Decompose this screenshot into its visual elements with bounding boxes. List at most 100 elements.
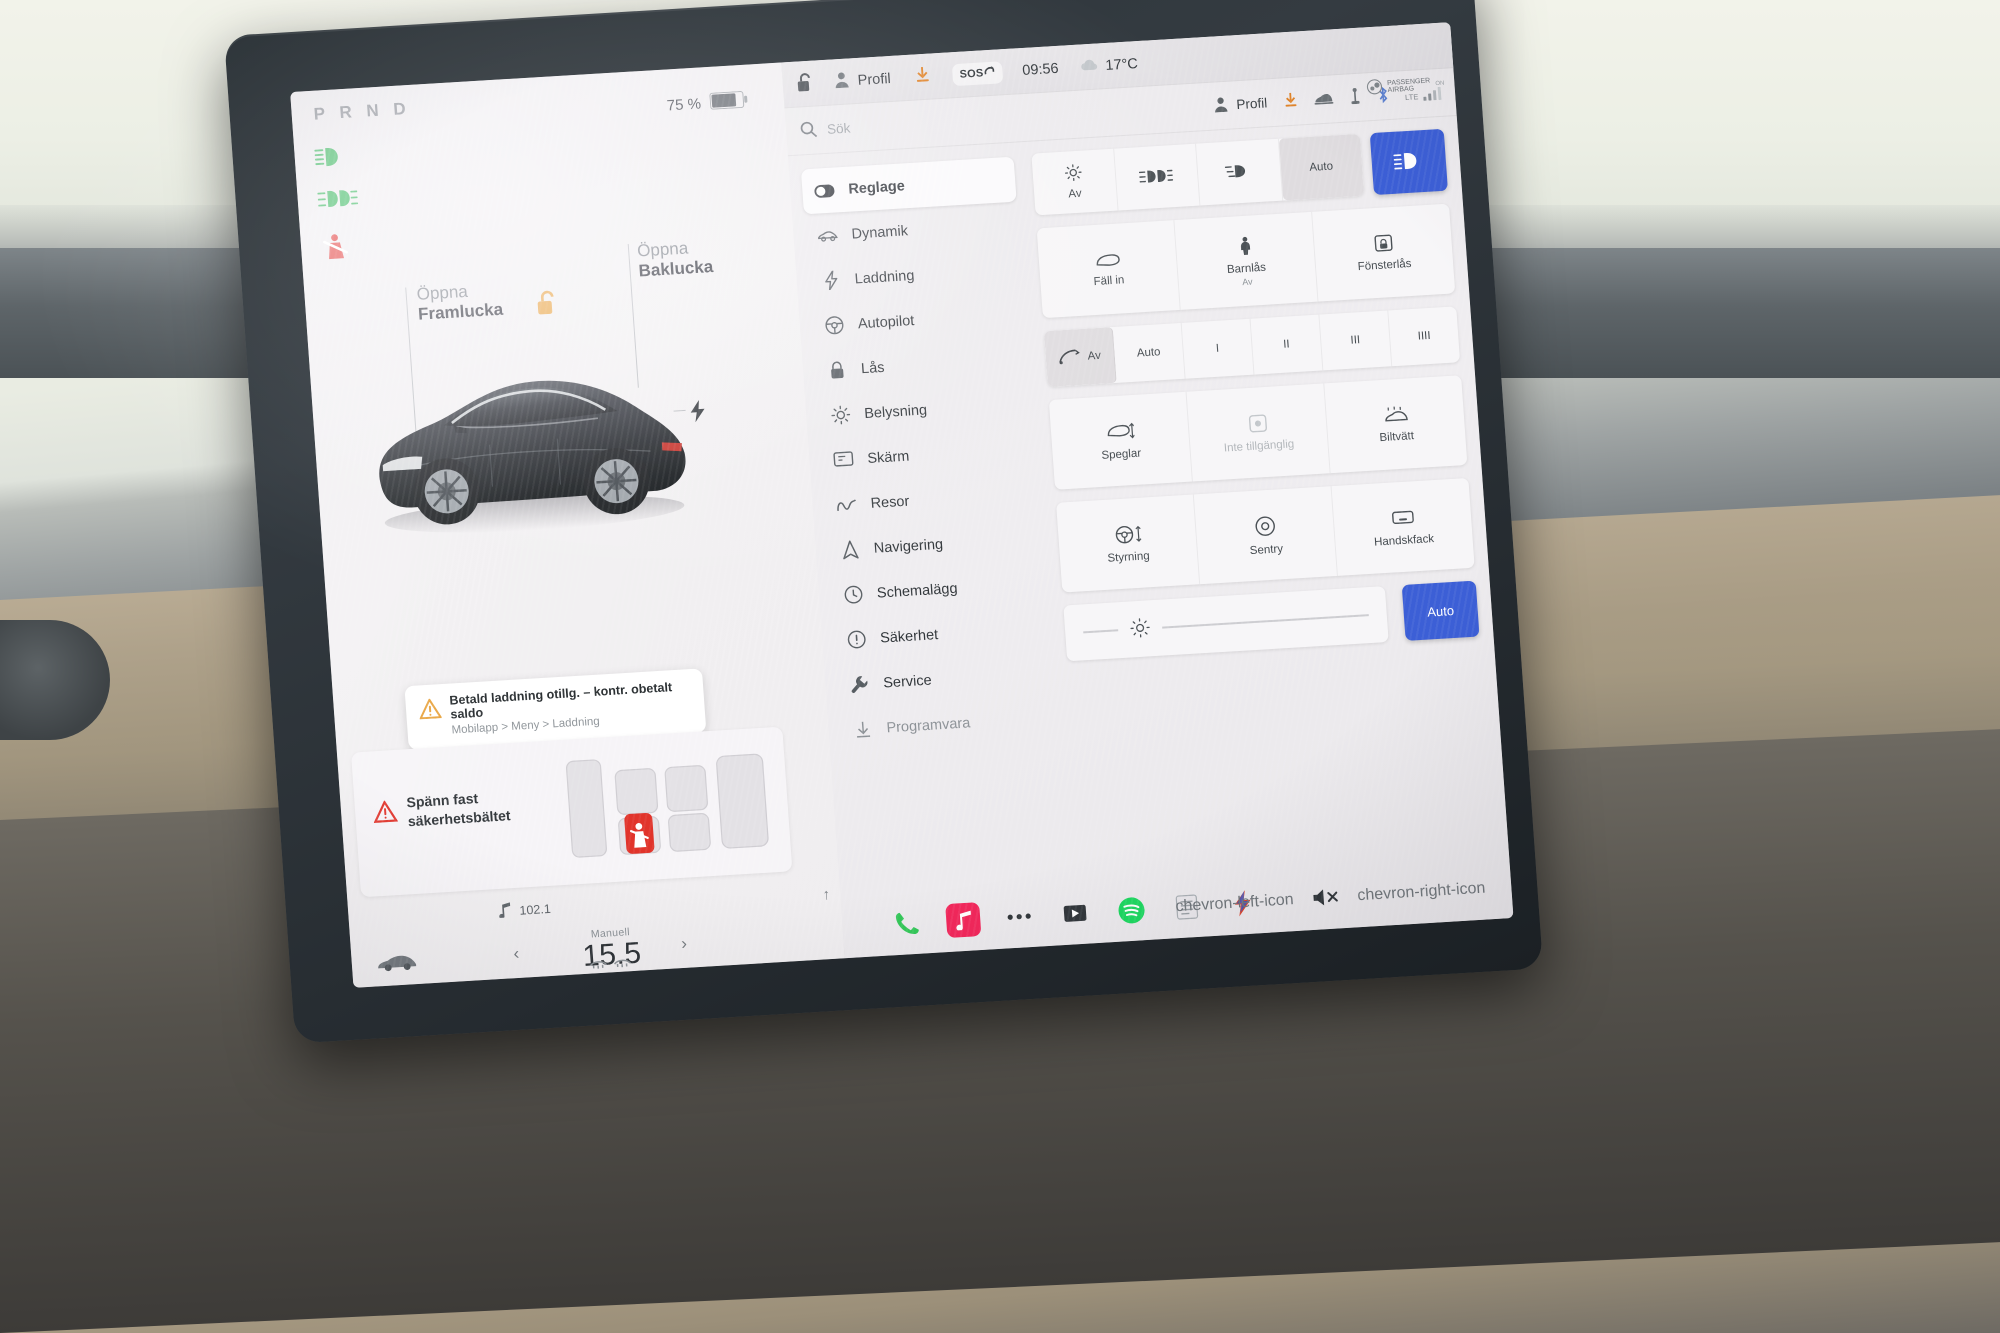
headlight-beam-button[interactable]: [1369, 128, 1448, 196]
lights-auto-button[interactable]: Auto: [1278, 133, 1365, 201]
display-icon: [833, 451, 854, 469]
profile-button-secondary[interactable]: Profil: [1213, 93, 1268, 115]
fog-light-icon: [317, 187, 359, 209]
chevron-left-icon[interactable]: chevron-left-icon: [1175, 891, 1294, 916]
sun-brightness-icon: [1064, 164, 1082, 185]
steering-icon: [823, 315, 844, 335]
search-input[interactable]: Sök: [827, 120, 851, 136]
battery-percent-label: 75 %: [666, 94, 702, 114]
sos-button[interactable]: SOS: [951, 60, 1004, 86]
wiper-speed-3-button[interactable]: III: [1319, 310, 1393, 371]
child-lock-button[interactable]: Barnlås Av: [1174, 211, 1319, 310]
car-connected-icon[interactable]: [1313, 90, 1334, 108]
child-lock-label: Barnlås: [1226, 261, 1267, 276]
steering-adjust-button[interactable]: Styrning: [1056, 494, 1201, 593]
trip-icon: [836, 496, 857, 513]
cloud-icon: [1080, 57, 1100, 75]
window-lock-button[interactable]: Fönsterlås: [1312, 204, 1455, 302]
profile-label: Profil: [857, 70, 892, 89]
seatbelt-warning-card[interactable]: Spänn fast säkerhetsbältet: [350, 726, 793, 898]
glovebox-button[interactable]: Handskfack: [1332, 478, 1475, 576]
software-update-download-icon[interactable]: [1282, 91, 1298, 111]
lights-off-label: Av: [1068, 187, 1083, 201]
volume-mute-icon[interactable]: [1311, 886, 1341, 911]
tesla-touchscreen[interactable]: P R N D 75 % Öppna Framlucka Öppna Baklu…: [290, 22, 1514, 988]
brightness-slider-card[interactable]: [1063, 586, 1389, 662]
brightness-control-row[interactable]: Auto: [1063, 580, 1480, 662]
model-3-illustration: [354, 329, 698, 551]
person-icon: [833, 70, 850, 92]
lights-control-row[interactable]: Av Auto: [1031, 128, 1448, 216]
doors-control-row[interactable]: Fäll in Barnlås Av Fönsterlås: [1036, 203, 1456, 319]
bolt-icon: [820, 270, 841, 291]
misc-control-row-1[interactable]: Speglar Inte tillgänglig Biltvätt: [1048, 375, 1468, 490]
car-wash-label: Biltvätt: [1379, 429, 1415, 444]
mirrors-label: Speglar: [1101, 447, 1142, 462]
frunk-open-label[interactable]: Öppna Framlucka: [416, 280, 504, 325]
lights-off-button[interactable]: Av: [1031, 148, 1119, 216]
sentry-mode-button[interactable]: Sentry: [1193, 486, 1338, 585]
battery-indicator[interactable]: 75 %: [666, 91, 748, 116]
brightness-slider-track[interactable]: [1083, 629, 1118, 634]
wiper-speed-2-button[interactable]: II: [1250, 314, 1324, 375]
controls-tiles[interactable]: Av Auto Fäll in Barnlås Av Fönsterlås Av…: [1022, 116, 1513, 944]
usb-icon[interactable]: [1348, 88, 1361, 108]
charge-port-icon[interactable]: [689, 400, 707, 426]
unavailable-button: Inte tillgänglig: [1186, 383, 1331, 482]
menu-item-label: Belysning: [863, 401, 928, 422]
lock-icon: [826, 360, 847, 380]
wiper-speed-4-button[interactable]: IIII: [1388, 306, 1460, 366]
wiper-off-button[interactable]: Av: [1043, 327, 1117, 388]
wrench-icon: [849, 674, 870, 694]
trunk-open-label[interactable]: Öppna Baklucka: [637, 237, 714, 281]
steering-adjust-icon: [1112, 523, 1142, 548]
wiper-speed-1-button[interactable]: I: [1181, 318, 1255, 379]
wiper-speed-3-label: III: [1350, 334, 1361, 347]
airbag-status: ON: [1435, 80, 1445, 88]
car-wash-button[interactable]: Biltvätt: [1324, 375, 1467, 473]
menu-item-label: Lås: [860, 359, 886, 377]
lights-auto-label: Auto: [1309, 160, 1334, 174]
fold-mirrors-button[interactable]: Fäll in: [1036, 220, 1181, 319]
car-icon: [817, 228, 838, 242]
misc-control-row-2[interactable]: Styrning Sentry Handskfack: [1056, 477, 1475, 593]
sentry-mode-icon: [1253, 514, 1277, 540]
wiper-control-row[interactable]: Av Auto I II III IIII: [1043, 306, 1461, 388]
wiper-auto-button[interactable]: Auto: [1112, 322, 1186, 383]
settings-panel: Profil SOS 09:56 17°C PASSENGER AIRBAG O…: [781, 22, 1514, 959]
profile-button[interactable]: Profil: [833, 68, 891, 92]
brightness-slider-track-right[interactable]: [1161, 614, 1369, 629]
phone-icon[interactable]: [889, 905, 925, 941]
wiper-speed-1-label: I: [1215, 342, 1220, 355]
headlight-beam-icon: [1393, 151, 1424, 174]
clock-icon: [842, 585, 863, 605]
chevron-right-icon[interactable]: chevron-right-icon: [1357, 880, 1486, 906]
search-icon: [799, 120, 818, 141]
more-icon[interactable]: [1001, 899, 1037, 935]
unlocked-padlock-icon[interactable]: [535, 288, 561, 320]
unavailable-label: Inte tillgänglig: [1223, 437, 1295, 455]
low-beam-button[interactable]: [1196, 138, 1283, 206]
wiper-icon: [1058, 348, 1081, 368]
brightness-auto-button[interactable]: Auto: [1401, 580, 1480, 641]
mirrors-adjust-button[interactable]: Speglar: [1048, 391, 1193, 490]
unlocked-padlock-icon[interactable]: [796, 71, 815, 96]
sun-icon: [830, 405, 851, 425]
sentry-label: Sentry: [1249, 542, 1284, 557]
clock-label[interactable]: 09:56: [1022, 60, 1059, 78]
fog-lights-button[interactable]: [1113, 143, 1201, 211]
spotify-icon[interactable]: [1113, 892, 1149, 928]
download-icon: [852, 720, 873, 739]
music-icon[interactable]: [945, 902, 982, 939]
vehicle-visualization[interactable]: Öppna Framlucka Öppna Baklucka: [301, 212, 823, 671]
touchscreen-bezel: P R N D 75 % Öppna Framlucka Öppna Baklu…: [224, 0, 1544, 1044]
airbag-icon: [1366, 78, 1383, 97]
media-icon[interactable]: [1057, 895, 1093, 931]
brightness-icon: [1129, 617, 1151, 641]
fold-mirrors-label: Fäll in: [1093, 273, 1125, 288]
software-update-download-icon[interactable]: [914, 66, 931, 88]
outside-temperature[interactable]: 17°C: [1080, 55, 1139, 75]
unavailable-icon: [1247, 412, 1269, 436]
wiper-off-label: Av: [1087, 349, 1102, 363]
toggle-icon: [814, 183, 835, 198]
